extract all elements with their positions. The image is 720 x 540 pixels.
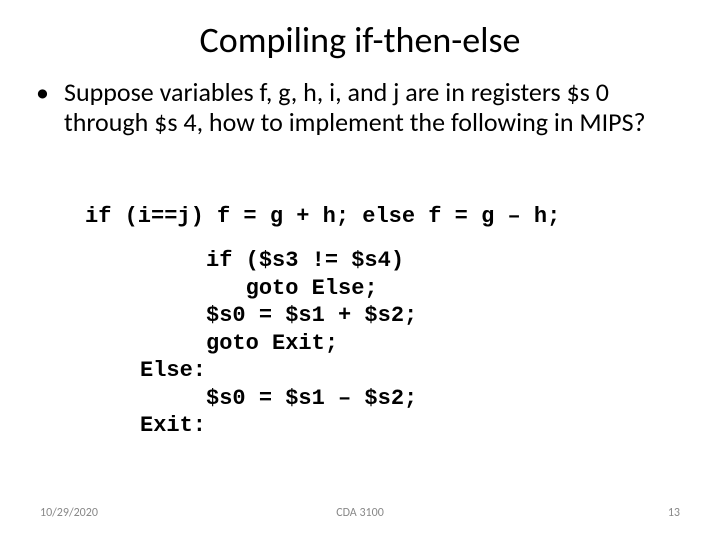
slide-title: Compiling if-then-else xyxy=(0,18,720,62)
slide: Compiling if-then-else • Suppose variabl… xyxy=(0,0,720,540)
code-line: if (i==j) f = g + h; else f = g – h; xyxy=(85,204,670,229)
code-block: if ($s3 != $s4) goto Else; $s0 = $s1 + $… xyxy=(140,247,417,440)
bullet-dot: • xyxy=(32,78,64,138)
body-text: • Suppose variables f, g, h, i, and j ar… xyxy=(32,78,670,138)
footer-course: CDA 3100 xyxy=(0,506,720,520)
footer-page: 13 xyxy=(668,506,680,520)
bullet-item: • Suppose variables f, g, h, i, and j ar… xyxy=(32,78,670,138)
bullet-text: Suppose variables f, g, h, i, and j are … xyxy=(64,78,670,138)
